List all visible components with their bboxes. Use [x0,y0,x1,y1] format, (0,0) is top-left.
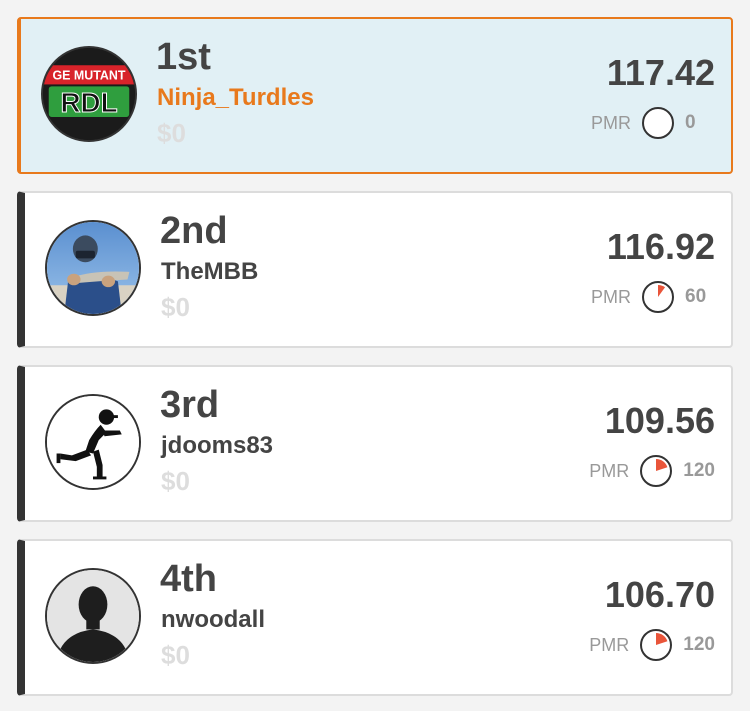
pmr-label: PMR [589,634,630,655]
turtles-logo-icon: GE MUTANT RDL [43,48,135,140]
score-value: 106.70 [604,574,715,615]
pmr-indicator: PMR 120 [589,453,715,489]
pmr-clock-icon [642,281,674,313]
photo-avatar [45,220,141,316]
money-amount: $0 [161,466,190,496]
username-link[interactable]: Ninja_Turdles [157,83,314,113]
person-photo-icon [47,222,139,314]
logo-main-text: RDL [60,87,117,118]
standings-list: GE MUTANT RDL 1st Ninja_Turdles $0 117.4… [0,0,750,711]
pmr-label: PMR [591,286,631,307]
rank-label: 3rd [160,384,220,426]
pmr-indicator: PMR 60 [591,279,715,315]
score-value: 116.92 [606,226,715,267]
money-amount: $0 [161,640,190,670]
standing-card-2[interactable]: 2nd TheMBB $0 116.92 PMR 60 [17,191,733,348]
score-value: 109.56 [604,400,715,441]
pmr-value: 120 [683,460,715,481]
standing-card-4[interactable]: 4th nwoodall $0 106.70 PMR 120 [17,539,733,696]
pmr-clock-face [642,107,674,139]
pmr-clock-icon [642,107,674,139]
rank-label: 1st [156,36,211,78]
rank-label: 2nd [160,210,228,252]
pmr-value: 60 [685,286,707,307]
standing-card-1[interactable]: GE MUTANT RDL 1st Ninja_Turdles $0 117.4… [17,17,733,174]
pmr-label: PMR [589,460,630,481]
username-link[interactable]: jdooms83 [161,431,273,461]
rank-label: 4th [160,558,217,600]
money-amount: $0 [161,292,190,322]
pmr-indicator: PMR 0 [591,105,715,141]
pmr-label: PMR [591,112,631,133]
pmr-value: 120 [683,634,715,655]
logo-top-text: GE MUTANT [52,69,125,83]
standing-card-3[interactable]: 3rd jdooms83 $0 109.56 PMR 120 [17,365,733,522]
default-person-icon [47,570,139,662]
pmr-value: 0 [685,112,696,133]
turtles-logo-avatar: GE MUTANT RDL [41,46,137,142]
money-amount: $0 [157,118,186,148]
pmr-indicator: PMR 120 [589,627,715,663]
pmr-clock-icon [640,455,673,487]
football-runner-icon [47,396,139,488]
score-value: 117.42 [606,52,715,93]
pmr-clock-icon [640,629,673,661]
username-link[interactable]: nwoodall [161,605,265,635]
username-link[interactable]: TheMBB [161,257,258,287]
football-runner-avatar [45,394,141,490]
default-person-avatar [45,568,141,664]
